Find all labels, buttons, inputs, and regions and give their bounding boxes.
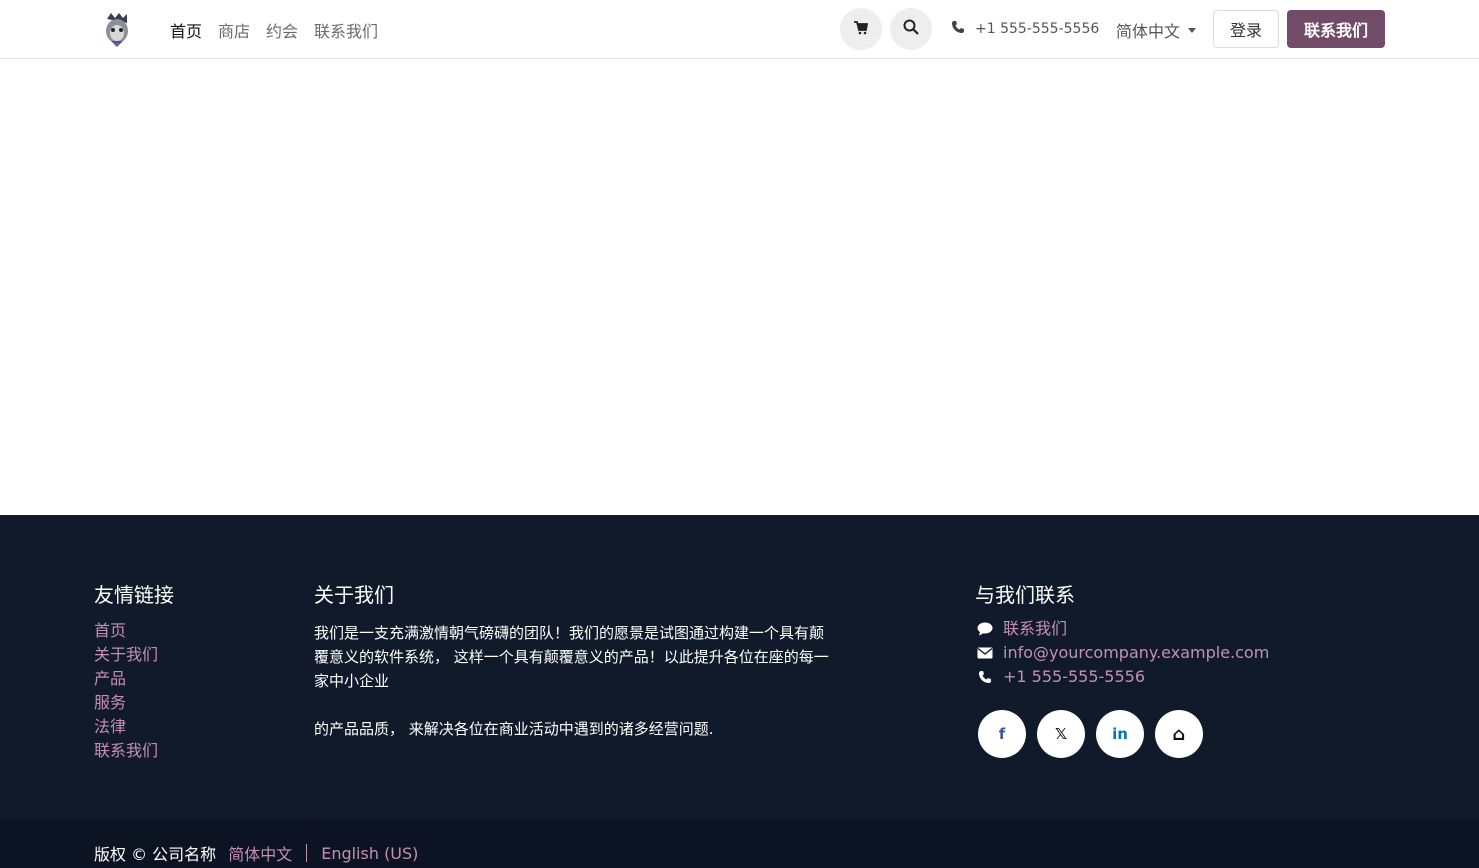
contact-row-link: 联系我们 <box>976 619 1269 639</box>
copyright-bar: 版权 © 公司名称 简体中文 English (US) <box>0 819 1479 868</box>
linkedin-icon[interactable]: in <box>1096 710 1144 758</box>
login-button[interactable]: 登录 <box>1213 10 1279 48</box>
company-logo[interactable] <box>101 11 133 49</box>
copyright-content: 版权 © 公司名称 简体中文 English (US) <box>94 841 418 865</box>
main-nav: 首页 商店 约会 联系我们 <box>170 18 378 42</box>
email-link[interactable]: info@yourcompany.example.com <box>1003 643 1269 663</box>
nav-home[interactable]: 首页 <box>170 18 202 42</box>
footer-link-services[interactable]: 服务 <box>94 693 158 713</box>
contact-list: 联系我们 info@yourcompany.example.com +1 555… <box>976 619 1269 687</box>
x-twitter-icon[interactable]: 𝕏 <box>1037 710 1085 758</box>
phone-icon <box>951 20 965 38</box>
home-icon[interactable]: ⌂ <box>1155 710 1203 758</box>
cart-button[interactable] <box>840 8 882 50</box>
footer-link-products[interactable]: 产品 <box>94 669 158 689</box>
header-phone-number: +1 555-555-5556 <box>975 21 1100 37</box>
facebook-icon[interactable]: f <box>978 710 1026 758</box>
contact-row-phone: +1 555-555-5556 <box>976 667 1269 687</box>
site-footer: 友情链接 首页 关于我们 产品 服务 法律 联系我们 关于我们 我们是一支充满激… <box>0 515 1479 819</box>
nav-shop[interactable]: 商店 <box>218 18 250 42</box>
chevron-down-icon <box>1188 27 1197 33</box>
language-dropdown[interactable]: 简体中文 <box>1116 18 1197 42</box>
nav-appointment[interactable]: 约会 <box>266 18 298 42</box>
copyright-text: 版权 © 公司名称 <box>94 845 217 864</box>
lang-en-link[interactable]: English (US) <box>321 844 418 863</box>
contact-title: 与我们联系 <box>975 583 1075 607</box>
contact-us-button[interactable]: 联系我们 <box>1287 10 1385 48</box>
search-icon <box>903 19 919 39</box>
about-text: 我们是一支充满激情朝气磅礴的团队！我们的愿景是试图通过构建一个具有颠覆意义的软件… <box>314 621 834 741</box>
social-links: f 𝕏 in ⌂ <box>978 710 1203 758</box>
cart-icon <box>854 20 869 39</box>
footer-links: 首页 关于我们 产品 服务 法律 联系我们 <box>94 621 158 761</box>
footer-link-home[interactable]: 首页 <box>94 621 158 641</box>
lang-zh-link[interactable]: 简体中文 <box>228 841 292 865</box>
contact-row-email: info@yourcompany.example.com <box>976 643 1269 663</box>
about-paragraph-1: 我们是一支充满激情朝气磅礴的团队！我们的愿景是试图通过构建一个具有颠覆意义的软件… <box>314 624 829 690</box>
comment-icon <box>976 622 993 636</box>
phone-link[interactable]: +1 555-555-5556 <box>1003 667 1145 687</box>
phone-icon <box>976 670 993 684</box>
nav-contact[interactable]: 联系我们 <box>314 18 378 42</box>
site-header: 首页 商店 约会 联系我们 +1 555-555-5556 简体中文 登录 联系… <box>0 0 1479 59</box>
header-phone[interactable]: +1 555-555-5556 <box>951 20 1099 38</box>
envelope-icon <box>976 647 993 659</box>
divider <box>306 844 308 862</box>
language-label: 简体中文 <box>1116 22 1181 41</box>
about-title: 关于我们 <box>314 583 394 607</box>
footer-link-about[interactable]: 关于我们 <box>94 645 158 665</box>
links-title: 友情链接 <box>94 583 174 607</box>
about-paragraph-2: 的产品品质， 来解决各位在商业活动中遇到的诸多经营问题. <box>314 720 714 738</box>
footer-link-contact[interactable]: 联系我们 <box>94 741 158 761</box>
footer-link-legal[interactable]: 法律 <box>94 717 158 737</box>
search-button[interactable] <box>890 8 932 50</box>
contact-us-link[interactable]: 联系我们 <box>1003 619 1067 639</box>
